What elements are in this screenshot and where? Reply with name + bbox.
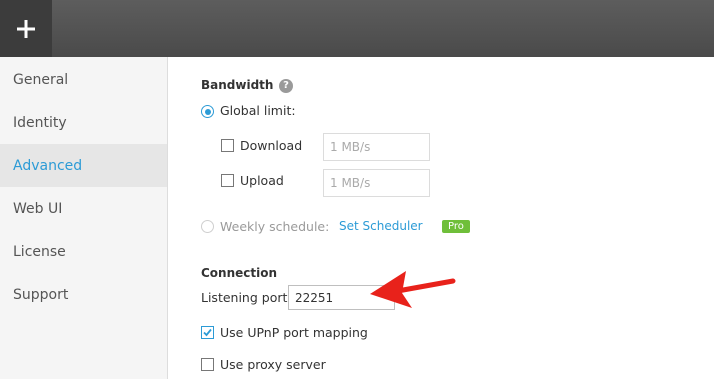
annotation-arrow-icon [370,271,456,308]
